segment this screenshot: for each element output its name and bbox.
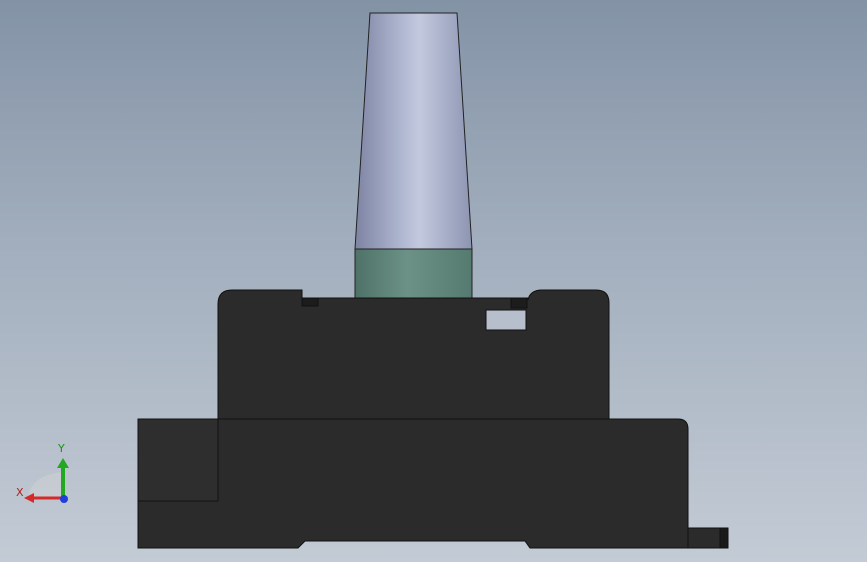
triad-axes	[24, 458, 69, 503]
housing-left-foot	[137, 418, 219, 502]
housing-base[interactable]	[137, 418, 689, 549]
graphics-viewport[interactable]: Y X	[0, 0, 867, 562]
housing-top-notch-right	[510, 297, 528, 309]
housing-window[interactable]	[485, 309, 527, 331]
triad-y-label: Y	[58, 442, 65, 455]
3d-model-view[interactable]	[0, 0, 867, 562]
housing-top-notch-left	[301, 297, 319, 307]
clip-tab-notch	[719, 527, 729, 549]
triad-x-label: X	[16, 486, 24, 499]
reference-triad[interactable]: Y X	[10, 440, 80, 510]
housing-upper-body[interactable]	[217, 289, 610, 420]
probe-collar[interactable]	[354, 248, 473, 299]
triad-z-axis	[60, 495, 68, 503]
tapered-probe[interactable]	[354, 12, 473, 250]
triad-y-arrow	[57, 458, 69, 468]
